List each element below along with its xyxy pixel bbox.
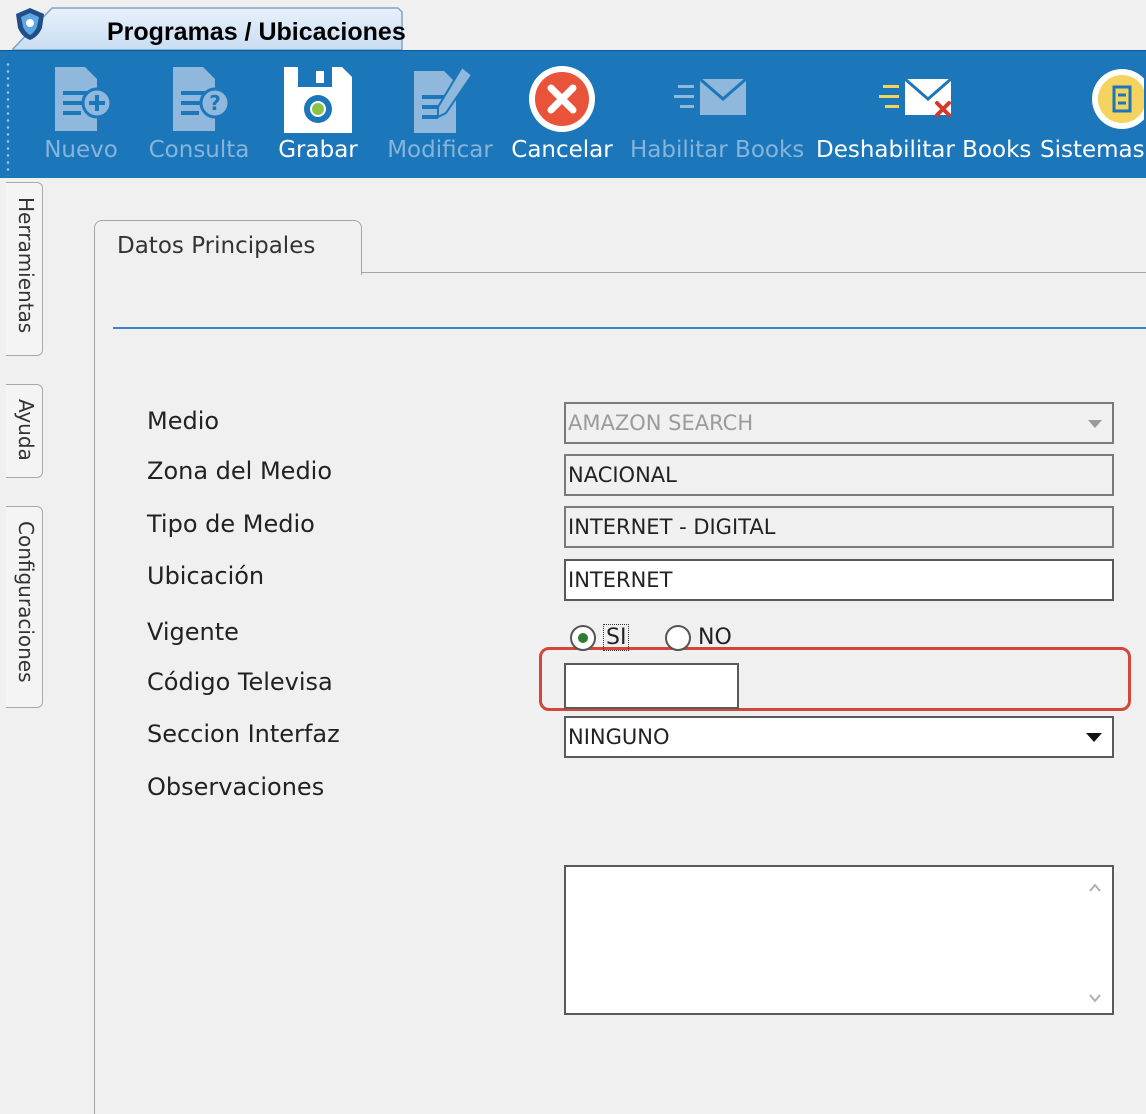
window-tab-strip: Programas / Ubicaciones	[0, 0, 1146, 50]
ubicacion-value: INTERNET	[568, 568, 673, 592]
new-document-icon	[55, 67, 113, 131]
side-tabs: Herramientas Ayuda Configuraciones	[0, 178, 50, 1113]
sidetab-ayuda-label: Ayuda	[14, 399, 38, 461]
svg-text:?: ?	[209, 91, 221, 115]
vigente-no-label[interactable]: NO	[698, 625, 732, 650]
codigo-televisa-field[interactable]	[564, 663, 739, 709]
observaciones-label: Observaciones	[147, 773, 325, 801]
window-title: Programas / Ubicaciones	[107, 18, 406, 46]
dropdown-arrow-icon[interactable]	[1086, 733, 1102, 742]
observaciones-textarea[interactable]	[564, 865, 1114, 1015]
query-button[interactable]: ? Consulta	[148, 51, 250, 178]
medio-label: Medio	[147, 407, 220, 435]
toolbar: Nuevo ? Consulta Grabar Modificar Cancel…	[0, 50, 1146, 178]
cancel-button-label: Cancelar	[511, 137, 613, 163]
zona-field[interactable]: NACIONAL	[564, 454, 1114, 496]
save-button-label: Grabar	[278, 137, 358, 163]
cancel-button[interactable]: Cancelar	[510, 51, 614, 178]
systems-icon	[1092, 69, 1144, 129]
vigente-no-radio[interactable]	[665, 625, 691, 651]
modify-button-label: Modificar	[387, 137, 493, 163]
ubicacion-field[interactable]: INTERNET	[564, 559, 1114, 601]
new-button[interactable]: Nuevo	[38, 51, 124, 178]
zona-label: Zona del Medio	[147, 457, 333, 485]
scroll-up-icon[interactable]	[1088, 881, 1102, 895]
tab-datos-principales-label: Datos Principales	[117, 233, 316, 259]
systems-button-label: Sistemas I	[1040, 137, 1146, 163]
systems-button[interactable]: Sistemas I	[1040, 51, 1146, 178]
shield-logo-icon	[16, 8, 44, 40]
mail-send-icon	[674, 77, 747, 115]
seccion-interfaz-select[interactable]: NINGUNO	[564, 716, 1114, 758]
panel-divider	[113, 327, 1146, 329]
codigo-label: Código Televisa	[147, 668, 333, 696]
query-button-label: Consulta	[148, 137, 250, 163]
enable-books-button-label: Habilitar Books	[630, 137, 805, 163]
zona-value: NACIONAL	[568, 463, 677, 487]
medio-select[interactable]: AMAZON SEARCH	[564, 402, 1114, 444]
cancel-icon	[529, 66, 595, 132]
modify-button[interactable]: Modificar	[384, 51, 496, 178]
sidetab-configuraciones-label: Configuraciones	[14, 521, 38, 683]
sidetab-configuraciones[interactable]: Configuraciones	[6, 506, 43, 708]
tipo-label: Tipo de Medio	[147, 510, 315, 538]
sidetab-ayuda[interactable]: Ayuda	[6, 384, 43, 478]
sidetab-herramientas-label: Herramientas	[14, 197, 38, 334]
scroll-down-icon[interactable]	[1088, 991, 1102, 1005]
chevron-down-icon	[1088, 420, 1102, 428]
main-area: Datos Principales Medio Zona del Medio T…	[50, 178, 1146, 1114]
disable-books-button-label: Deshabilitar Books	[816, 137, 1032, 163]
enable-books-button[interactable]: Habilitar Books	[630, 51, 805, 178]
seccion-label: Seccion Interfaz	[147, 720, 340, 748]
new-button-label: Nuevo	[44, 137, 118, 163]
form-panel: Medio Zona del Medio Tipo de Medio Ubica…	[94, 272, 1146, 1114]
disable-books-button[interactable]: Deshabilitar Books	[816, 51, 1032, 178]
vigente-label: Vigente	[147, 618, 239, 646]
mail-disable-icon	[879, 77, 952, 117]
tipo-field[interactable]: INTERNET - DIGITAL	[564, 506, 1114, 548]
seccion-value: NINGUNO	[568, 725, 670, 749]
save-button[interactable]: Grabar	[270, 51, 366, 178]
tipo-value: INTERNET - DIGITAL	[568, 515, 776, 539]
query-document-icon: ?	[173, 67, 231, 131]
edit-document-icon	[414, 65, 474, 133]
toolbar-grip[interactable]	[6, 61, 10, 171]
save-disk-icon	[284, 67, 352, 133]
window-tab[interactable]: Programas / Ubicaciones	[12, 6, 406, 50]
ubicacion-label: Ubicación	[147, 562, 265, 590]
tab-datos-principales[interactable]: Datos Principales	[94, 220, 362, 275]
vigente-si-label[interactable]: SI	[603, 624, 630, 651]
sidetab-herramientas[interactable]: Herramientas	[6, 182, 43, 356]
vigente-si-radio[interactable]	[570, 625, 596, 651]
medio-value: AMAZON SEARCH	[568, 411, 754, 435]
